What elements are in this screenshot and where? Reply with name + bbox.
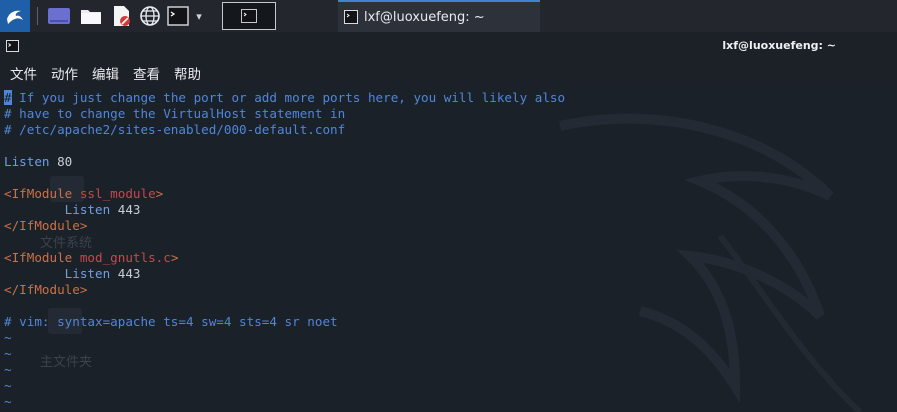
code-token: # have to change the VirtualHost stateme… xyxy=(4,106,346,121)
code-token: ~ xyxy=(4,394,12,409)
editor-buffer: # If you just change the port or add mor… xyxy=(4,90,565,410)
editor-line: ~ xyxy=(4,346,565,362)
terminal-thumbnail-icon xyxy=(241,9,257,23)
editor-line: Listen 80 xyxy=(4,154,565,170)
show-desktop-icon[interactable] xyxy=(46,4,72,28)
workspace-1[interactable] xyxy=(222,2,276,30)
code-token: 443 xyxy=(110,202,141,217)
code-token: Listen xyxy=(4,202,111,217)
code-token: mod_gnutls.c xyxy=(72,250,171,265)
code-token: <IfModule xyxy=(4,250,73,265)
taskbar-window-button[interactable]: lxf@luoxuefeng: ~ xyxy=(338,0,540,32)
terminal-icon xyxy=(344,10,358,24)
code-token: 80 xyxy=(49,154,73,169)
code-token: <IfModule xyxy=(4,186,73,201)
web-browser-icon[interactable] xyxy=(138,4,162,28)
menu-actions[interactable]: 动作 xyxy=(51,63,78,83)
text-cursor: # xyxy=(4,90,12,105)
chevron-down-icon[interactable]: ▾ xyxy=(191,4,207,28)
workspace-2[interactable] xyxy=(278,2,332,30)
code-token: </IfModule> xyxy=(4,282,88,297)
editor-line: <IfModule mod_gnutls.c> xyxy=(4,250,565,266)
code-token: </IfModule> xyxy=(4,218,88,233)
code-token: If you just change the port or add more … xyxy=(11,90,566,105)
code-token: ~ xyxy=(4,330,12,345)
editor-line: <IfModule ssl_module> xyxy=(4,186,565,202)
taskbar-window-title: lxf@luoxuefeng: ~ xyxy=(364,9,485,25)
code-token: # vim: syntax=apache ts=4 sw=4 sts=4 sr … xyxy=(4,314,338,329)
top-panel: ▾ lxf@luoxuefeng: ~ xyxy=(0,0,897,32)
terminal-view[interactable]: 文件系统 主文件夹 # If you just change the port … xyxy=(0,86,897,412)
code-token: Listen xyxy=(4,154,50,169)
kali-menu-icon[interactable] xyxy=(0,0,30,32)
editor-line: ~ xyxy=(4,378,565,394)
window-title: lxf@luoxuefeng: ~ xyxy=(722,39,836,52)
menu-file[interactable]: 文件 xyxy=(10,63,37,83)
editor-line: # vim: syntax=apache ts=4 sw=4 sts=4 sr … xyxy=(4,314,565,330)
text-editor-icon[interactable] xyxy=(110,4,132,28)
terminal-icon[interactable] xyxy=(166,4,190,28)
code-token: > xyxy=(155,186,164,201)
code-token: ~ xyxy=(4,346,12,361)
panel-separator xyxy=(37,7,38,25)
editor-line: </IfModule> xyxy=(4,282,565,298)
editor-line: # /etc/apache2/sites-enabled/000-default… xyxy=(4,122,565,138)
file-manager-icon[interactable] xyxy=(79,4,103,28)
code-token: 443 xyxy=(110,266,141,281)
editor-line: # have to change the VirtualHost stateme… xyxy=(4,106,565,122)
editor-line: ~ xyxy=(4,394,565,410)
menu-bar: 文件 动作 编辑 查看 帮助 xyxy=(0,60,897,86)
code-token: ~ xyxy=(4,362,12,377)
menu-edit[interactable]: 编辑 xyxy=(92,63,119,83)
code-token: > xyxy=(170,250,179,265)
editor-line: Listen 443 xyxy=(4,202,565,218)
code-token: Listen xyxy=(4,266,111,281)
editor-line: ~ xyxy=(4,330,565,346)
editor-line: ~ xyxy=(4,362,565,378)
editor-line: Listen 443 xyxy=(4,266,565,282)
code-token: ssl_module xyxy=(72,186,156,201)
editor-line: # If you just change the port or add mor… xyxy=(4,90,565,106)
window-titlebar[interactable]: lxf@luoxuefeng: ~ xyxy=(0,32,897,60)
code-token: ~ xyxy=(4,378,12,393)
menu-help[interactable]: 帮助 xyxy=(174,63,201,83)
code-token: # /etc/apache2/sites-enabled/000-default… xyxy=(4,122,346,137)
editor-line: </IfModule> xyxy=(4,218,565,234)
menu-view[interactable]: 查看 xyxy=(133,63,160,83)
